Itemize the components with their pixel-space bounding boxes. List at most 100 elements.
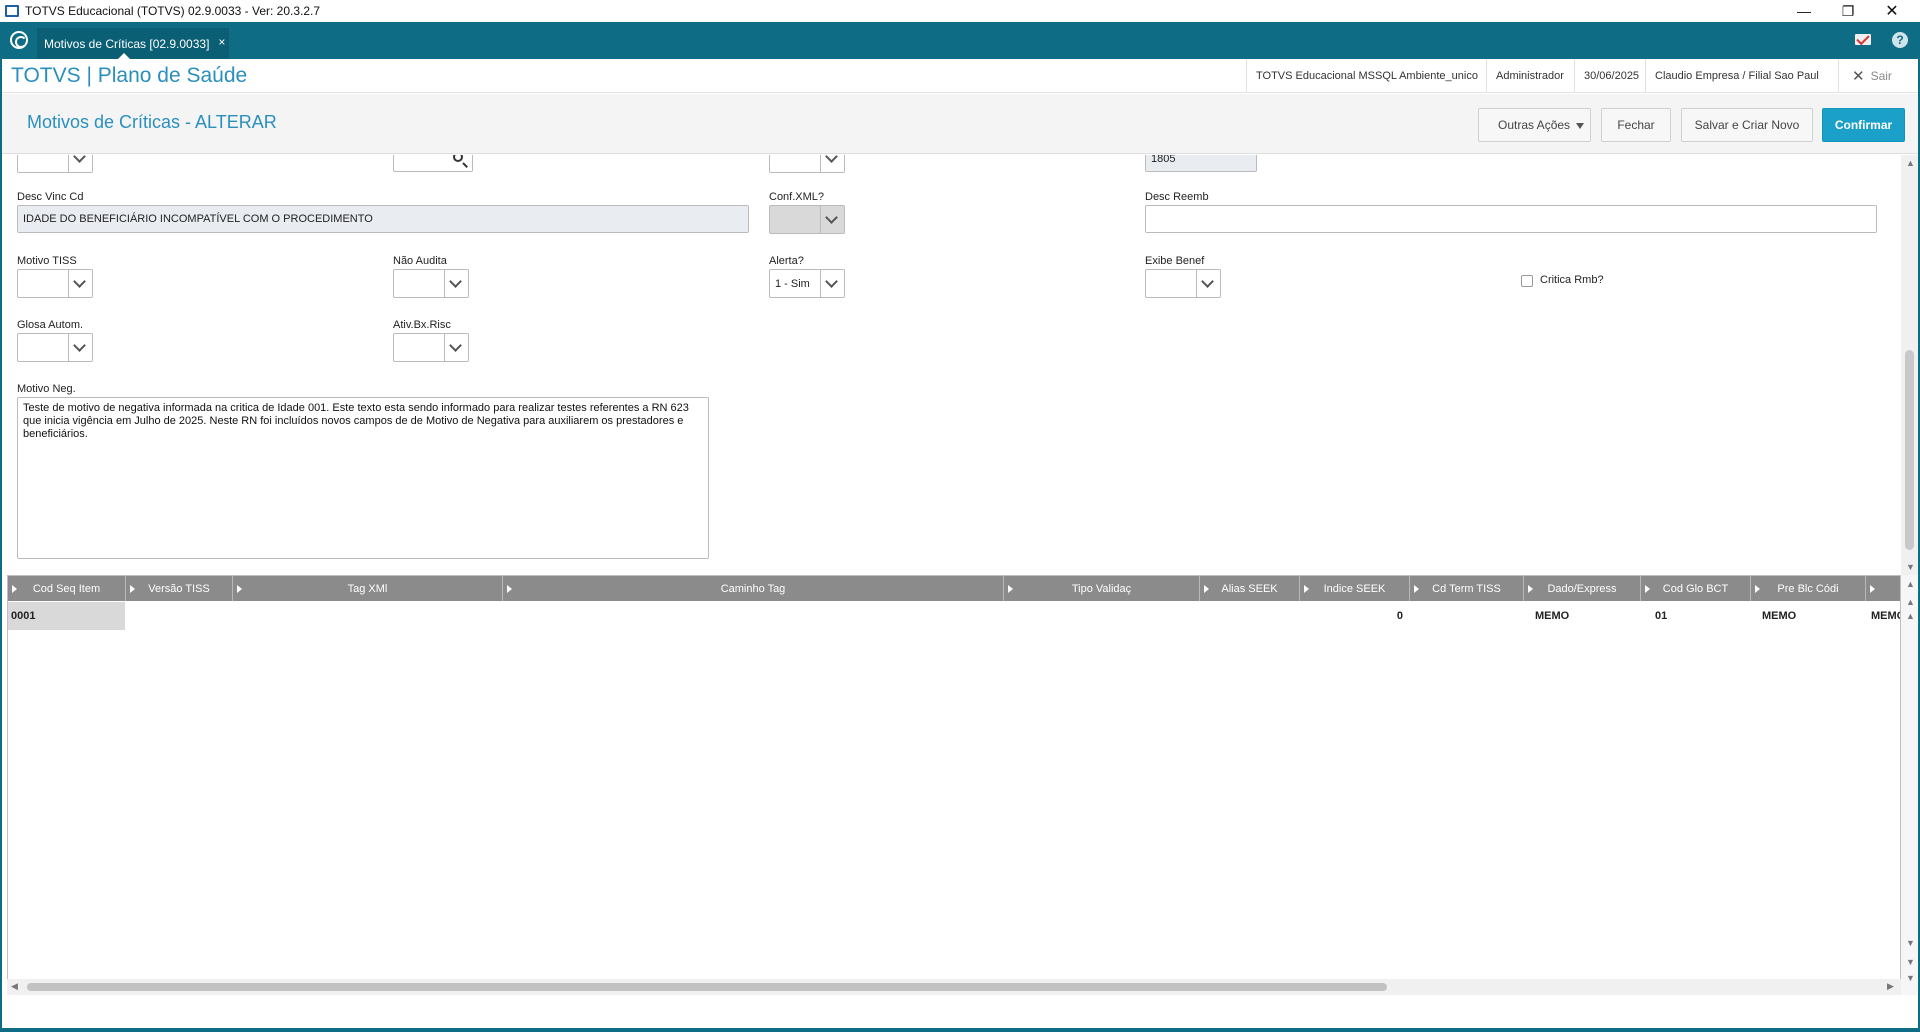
column-header[interactable]: Cod Glo BCT — [1641, 576, 1751, 601]
grid-horizontal-scrollbar[interactable]: ◀ ▶ — [7, 979, 1901, 995]
chevron-down-icon[interactable] — [445, 269, 469, 298]
top-combo-1[interactable] — [17, 155, 93, 173]
exibe-benef-select[interactable] — [1145, 269, 1221, 298]
glosa-autom-select[interactable] — [17, 333, 93, 362]
form-vertical-scrollbar[interactable]: ▲ ▼ — [1901, 155, 1919, 575]
chevron-down-icon[interactable] — [69, 269, 93, 298]
scroll-up-icon[interactable]: ▲ — [1906, 579, 1915, 589]
exit-button[interactable]: ✕ Sair — [1852, 59, 1892, 93]
tab-close-icon[interactable]: × — [218, 35, 225, 49]
chevron-down-icon[interactable] — [1197, 269, 1221, 298]
scroll-left-icon[interactable]: ◀ — [11, 981, 18, 992]
motivo-tiss-label: Motivo TISS — [17, 255, 77, 267]
tab-label: Motivos de Críticas [02.9.0033] — [44, 36, 210, 51]
scroll-down-icon[interactable]: ▼ — [1906, 973, 1915, 983]
close-button[interactable]: Fechar — [1601, 108, 1671, 142]
close-window-button[interactable]: ✕ — [1870, 0, 1914, 22]
column-sort-icon — [1304, 585, 1309, 593]
chevron-down-icon[interactable] — [69, 333, 93, 362]
environment-info: TOTVS Educacional MSSQL Ambiente_unico — [1246, 59, 1487, 93]
window-border-left — [0, 59, 2, 1032]
column-sort-icon — [1414, 585, 1419, 593]
motivo-tiss-select[interactable] — [17, 269, 93, 298]
other-actions-label: Outras Ações — [1498, 118, 1571, 132]
grid-vertical-scrollbar[interactable]: ▲ ▲ ▲ ▼ ▼ ▼ — [1901, 575, 1919, 995]
tab-bar: Motivos de Críticas [02.9.0033] × ? — [0, 22, 1920, 59]
column-header[interactable]: Pre Blc Códi — [1751, 576, 1866, 601]
table-row[interactable]: 0001 0 MEMO 01 MEMO MEMO — [8, 602, 1900, 630]
table-cell[interactable]: 0001 — [8, 602, 125, 630]
column-header[interactable] — [1866, 576, 1900, 601]
scroll-step-up-icon[interactable]: ▲ — [1906, 611, 1915, 621]
maximize-button[interactable]: ❐ — [1826, 0, 1870, 22]
table-cell[interactable] — [1409, 602, 1523, 630]
column-header[interactable]: Alias SEEK — [1200, 576, 1300, 601]
scroll-page-down-icon[interactable]: ▼ — [1906, 957, 1915, 967]
table-cell[interactable]: MEMO — [1750, 602, 1865, 630]
critica-rmb-label: Critica Rmb? — [1540, 274, 1604, 286]
scroll-step-down-icon[interactable]: ▼ — [1906, 938, 1915, 948]
table-cell[interactable] — [125, 602, 232, 630]
mail-icon[interactable] — [1855, 34, 1871, 45]
chevron-down-icon[interactable] — [69, 155, 93, 173]
scroll-up-icon[interactable]: ▲ — [1906, 158, 1915, 168]
other-actions-button[interactable]: Outras Ações — [1478, 108, 1591, 142]
column-header[interactable]: Caminho Tag — [503, 576, 1004, 601]
scroll-down-icon[interactable]: ▼ — [1906, 562, 1915, 572]
table-cell[interactable] — [1003, 602, 1199, 630]
nao-audita-select[interactable] — [393, 269, 469, 298]
top-combo-2-value — [769, 155, 821, 173]
alerta-select[interactable]: 1 - Sim — [769, 269, 845, 298]
minimize-button[interactable]: — — [1782, 0, 1826, 22]
column-header[interactable]: Tag XMl — [233, 576, 503, 601]
column-header[interactable]: Dado/Express — [1524, 576, 1641, 601]
header-divider — [1838, 59, 1839, 93]
tab-motivos-criticas[interactable]: Motivos de Críticas [02.9.0033] × — [37, 28, 230, 59]
motivo-neg-textarea[interactable]: Teste de motivo de negativa informada na… — [17, 397, 709, 559]
table-cell[interactable]: 0 — [1299, 602, 1409, 630]
desc-reemb-field[interactable] — [1145, 205, 1877, 233]
ativ-bx-risc-label: Ativ.Bx.Risc — [393, 319, 451, 331]
top-combo-1-value — [17, 155, 69, 173]
column-sort-icon — [1645, 585, 1650, 593]
glosa-autom-value — [17, 333, 69, 362]
window-border-bottom — [0, 1028, 1920, 1032]
table-cell[interactable] — [1199, 602, 1299, 630]
table-cell[interactable] — [502, 602, 1003, 630]
column-sort-icon — [1204, 585, 1209, 593]
critica-rmb-checkbox[interactable] — [1521, 275, 1533, 287]
chevron-down-icon[interactable] — [445, 333, 469, 362]
help-icon[interactable]: ? — [1892, 32, 1908, 48]
ativ-bx-risc-select[interactable] — [393, 333, 469, 362]
scroll-thumb[interactable] — [27, 983, 1387, 991]
page-header: Motivos de Críticas - ALTERAR Outras Açõ… — [0, 94, 1920, 154]
column-header[interactable]: Indice SEEK — [1300, 576, 1410, 601]
column-header[interactable]: Tipo Validaç — [1004, 576, 1200, 601]
column-header[interactable]: Versão TISS — [126, 576, 233, 601]
column-header[interactable]: Cd Term TISS — [1410, 576, 1524, 601]
table-cell[interactable]: MEMO — [1865, 602, 1900, 630]
chevron-down-icon[interactable] — [821, 269, 845, 298]
form-area: 1805 Desc Vinc Cd IDADE DO BENEFICIÁRIO … — [0, 155, 1920, 575]
top-combo-2[interactable] — [769, 155, 845, 173]
company-info[interactable]: Claudio Empresa / Filial Sao Paul — [1645, 59, 1828, 93]
chevron-down-icon[interactable] — [821, 205, 845, 234]
conf-xml-value — [769, 205, 821, 234]
home-icon[interactable] — [10, 31, 28, 49]
chevron-down-icon[interactable] — [821, 155, 845, 173]
conf-xml-select[interactable] — [769, 205, 845, 234]
scroll-thumb[interactable] — [1905, 350, 1914, 550]
save-and-new-button[interactable]: Salvar e Criar Novo — [1681, 108, 1813, 142]
items-grid: Cod Seq Item Versão TISS Tag XMl Caminho… — [7, 575, 1901, 995]
scroll-right-icon[interactable]: ▶ — [1887, 981, 1894, 992]
exibe-benef-label: Exibe Benef — [1145, 255, 1205, 267]
column-header[interactable]: Cod Seq Item — [8, 576, 126, 601]
table-cell[interactable]: 01 — [1640, 602, 1750, 630]
confirm-button[interactable]: Confirmar — [1822, 108, 1905, 142]
table-cell[interactable] — [232, 602, 502, 630]
scroll-page-up-icon[interactable]: ▲ — [1906, 597, 1915, 607]
date-info: 30/06/2025 — [1574, 59, 1648, 93]
desc-reemb-label: Desc Reemb — [1145, 191, 1209, 203]
table-cell[interactable]: MEMO — [1523, 602, 1640, 630]
desc-vinc-cd-field[interactable]: IDADE DO BENEFICIÁRIO INCOMPATÍVEL COM O… — [17, 205, 749, 233]
